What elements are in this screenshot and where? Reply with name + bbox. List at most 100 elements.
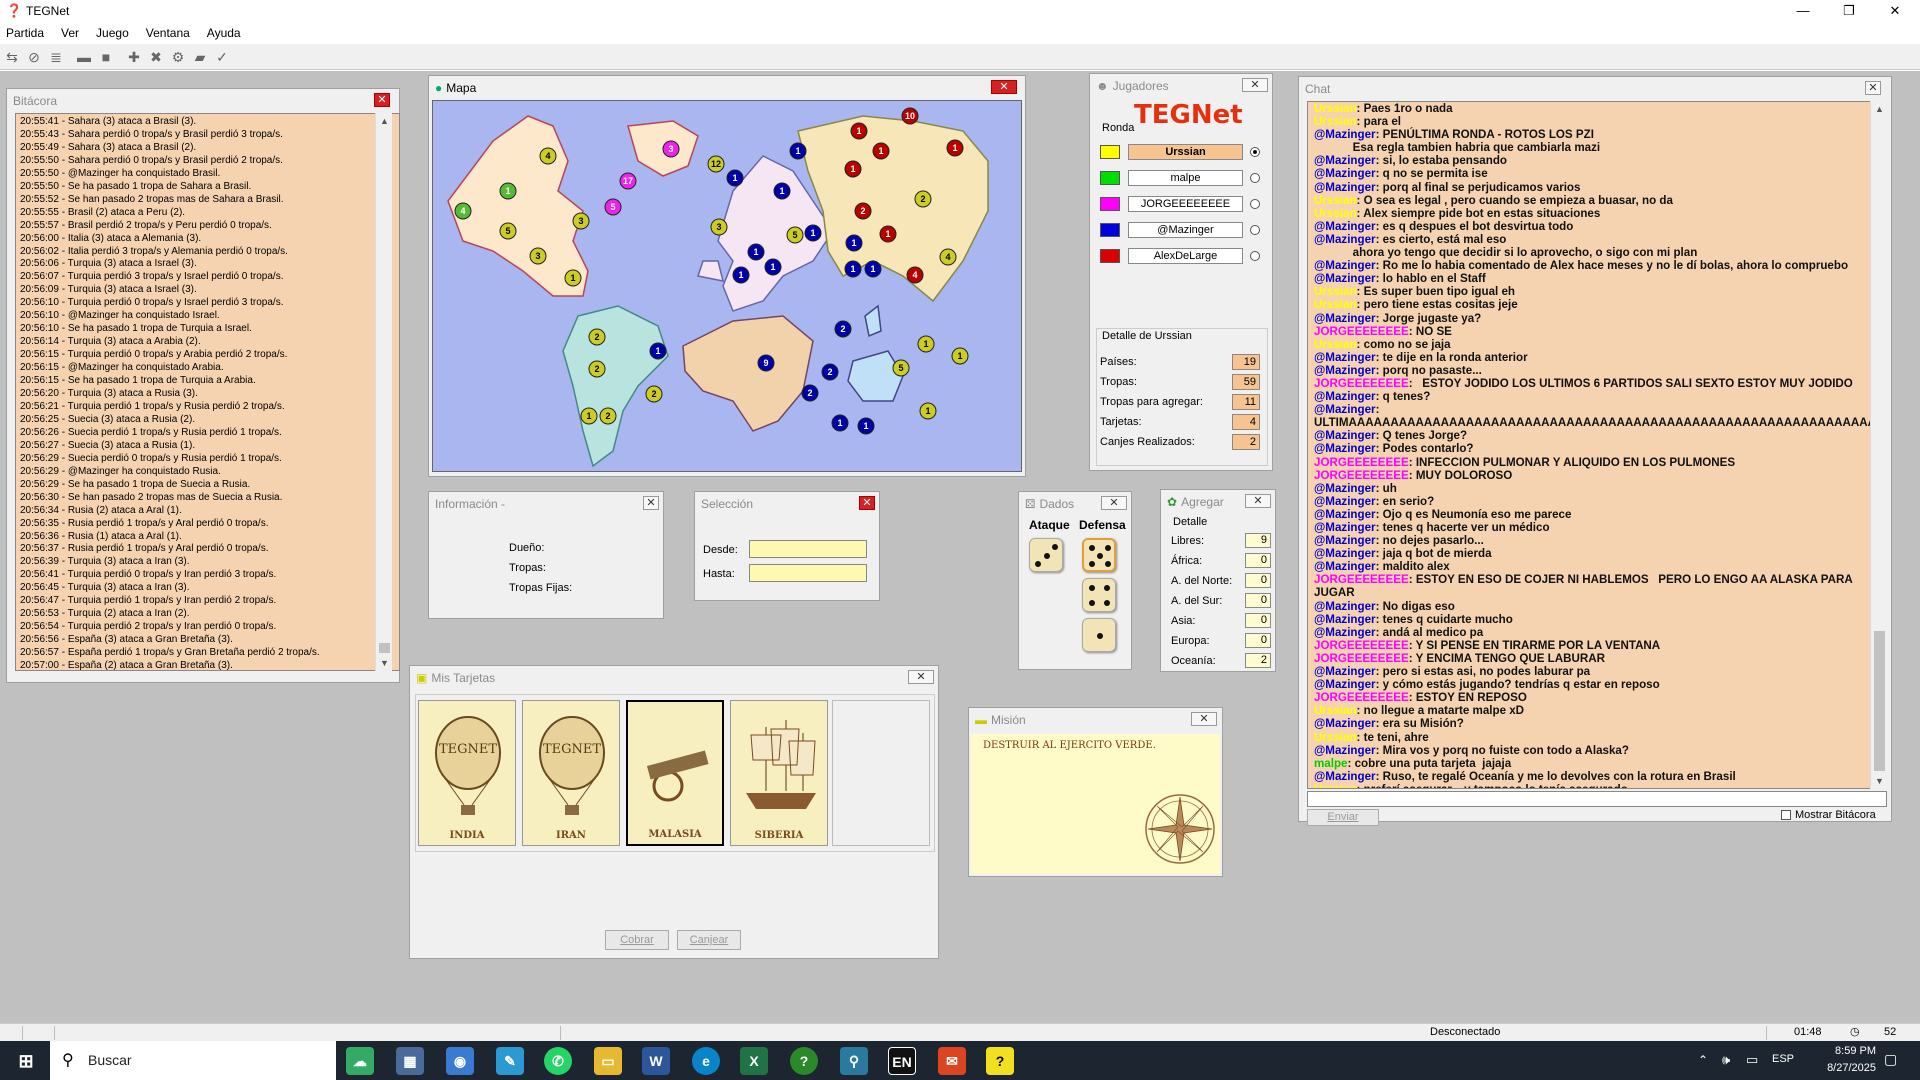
disconnect-icon[interactable]: ⊘ [24, 47, 44, 67]
mostrar-bitacora-checkbox[interactable] [1781, 810, 1791, 820]
close-icon[interactable]: ✕ [908, 670, 934, 684]
menu-ver[interactable]: Ver [59, 26, 81, 40]
army-marker[interactable]: 4 [539, 147, 557, 165]
word-icon[interactable]: W [642, 1047, 670, 1075]
army-marker[interactable]: 1 [789, 142, 807, 160]
army-marker[interactable]: 4 [906, 266, 924, 284]
game-app-icon[interactable]: ? [790, 1047, 818, 1075]
close-icon[interactable]: ✕ [374, 93, 390, 107]
army-marker[interactable]: 1 [857, 417, 875, 435]
army-marker[interactable]: 1 [564, 269, 582, 287]
cobrar-button[interactable]: Cobrar [605, 930, 669, 950]
bitacora-scrollbar[interactable]: ▲ ▼ [375, 113, 392, 671]
tray-chevron-icon[interactable]: ⌃ [1698, 1053, 1708, 1067]
world-map[interactable]: 4 1 4 5 3 3 1 3 5 17 2 1 2 2 1 2 12 3 1 1 5 1 1 1 1 1 1 1 1 1 1 1 10 1 2 1 2… [432, 100, 1022, 472]
scroll-up-icon[interactable]: ▲ [376, 113, 393, 129]
army-marker[interactable]: 3 [662, 140, 680, 158]
army-marker[interactable]: 9 [757, 354, 775, 372]
file-explorer-icon[interactable]: ▭ [594, 1047, 622, 1075]
player-row[interactable]: JORGEEEEEEEE [1100, 194, 1270, 220]
close-icon[interactable]: ✕ [859, 496, 875, 510]
army-marker[interactable]: 1 [864, 260, 882, 278]
chat-scrollbar[interactable]: ▲ ▼ [1870, 101, 1887, 789]
army-marker[interactable]: 17 [619, 172, 637, 190]
army-marker[interactable]: 2 [834, 320, 852, 338]
army-marker[interactable]: 5 [604, 198, 622, 216]
army-marker[interactable]: 3 [529, 247, 547, 265]
army-marker[interactable]: 1 [844, 260, 862, 278]
army-marker[interactable]: 1 [580, 407, 598, 425]
magnifier-icon[interactable]: ⚲ [840, 1047, 868, 1075]
language-indicator[interactable]: ESP [1772, 1053, 1794, 1065]
notepad-icon[interactable]: ✎ [496, 1047, 524, 1075]
army-marker[interactable]: 5 [786, 226, 804, 244]
australia-region[interactable] [847, 350, 904, 402]
taskbar-search[interactable]: ⚲ Buscar [50, 1041, 336, 1080]
army-marker[interactable]: 2 [645, 385, 663, 403]
scroll-thumb[interactable] [1874, 631, 1885, 771]
army-marker[interactable]: 1 [764, 258, 782, 276]
africa-region[interactable] [682, 315, 814, 432]
menu-ventana[interactable]: Ventana [144, 26, 192, 40]
army-marker[interactable]: 2 [588, 360, 606, 378]
whatsapp-icon[interactable]: ✆ [544, 1047, 572, 1075]
iceland-region[interactable] [697, 260, 725, 282]
card-icon[interactable]: ▰ [190, 47, 210, 67]
add-troops-icon[interactable]: ✚ [124, 47, 144, 67]
taskbar-date[interactable]: 8/27/2025 [1806, 1062, 1876, 1074]
player-row[interactable]: Urssian [1100, 142, 1270, 168]
army-marker[interactable]: 1 [919, 402, 937, 420]
army-marker[interactable]: 2 [588, 328, 606, 346]
attack-icon[interactable]: ✖ [146, 47, 166, 67]
army-marker[interactable]: 2 [914, 190, 932, 208]
menu-partida[interactable]: Partida [4, 26, 46, 40]
close-icon[interactable]: ✕ [1242, 78, 1268, 92]
tegnet-taskbar-icon[interactable]: ? [986, 1047, 1014, 1075]
country-card[interactable]: TEGNET INDIA [418, 700, 516, 846]
world-map-svg[interactable]: 4145331351721221 2123115 1111111 1111101212… [433, 101, 1022, 472]
army-marker[interactable]: 1 [951, 347, 969, 365]
menu-juego[interactable]: Juego [94, 26, 131, 40]
army-marker[interactable]: 1 [946, 139, 964, 157]
network-icon[interactable]: ▭ [1746, 1052, 1758, 1068]
start-icon[interactable]: ▬ [74, 47, 94, 67]
army-marker[interactable]: 1 [499, 182, 517, 200]
windows-start-icon[interactable]: ⊞ [12, 1047, 40, 1075]
stop-icon[interactable]: ■ [96, 47, 116, 67]
army-marker[interactable]: 1 [804, 224, 822, 242]
army-marker[interactable]: 3 [572, 212, 590, 230]
excel-icon[interactable]: X [740, 1047, 768, 1075]
player-row[interactable]: malpe [1100, 168, 1270, 194]
connect-icon[interactable]: ⇆ [2, 47, 22, 67]
volume-icon[interactable]: 🕪 [1722, 1052, 1730, 1068]
close-button[interactable]: ✕ [1872, 0, 1918, 22]
edge-icon[interactable]: e [692, 1047, 720, 1075]
end-turn-icon[interactable]: ✓ [212, 47, 232, 67]
army-marker[interactable]: 1 [872, 142, 890, 160]
close-icon[interactable]: ✕ [1191, 712, 1217, 726]
close-icon[interactable]: ✕ [1101, 496, 1127, 510]
army-marker[interactable]: 2 [854, 202, 872, 220]
canjear-button[interactable]: Canjear [677, 930, 741, 950]
army-marker[interactable]: 4 [939, 248, 957, 266]
army-marker[interactable]: 3 [710, 218, 728, 236]
scroll-thumb[interactable] [379, 643, 390, 653]
close-icon[interactable]: ✕ [1245, 494, 1271, 508]
list-icon[interactable]: ≣ [46, 47, 66, 67]
close-icon[interactable]: ✕ [1865, 81, 1881, 95]
hasta-field[interactable] [749, 564, 867, 582]
army-marker[interactable]: 1 [732, 266, 750, 284]
notifications-icon[interactable]: ▢ [1884, 1051, 1897, 1068]
army-marker[interactable]: 10 [901, 107, 919, 125]
scroll-down-icon[interactable]: ▼ [1871, 773, 1888, 789]
army-marker[interactable]: 12 [707, 155, 725, 173]
army-marker[interactable]: 1 [726, 169, 744, 187]
army-marker[interactable]: 5 [499, 222, 517, 240]
close-icon[interactable]: ✕ [643, 496, 659, 510]
country-card[interactable]: SIBERIA [730, 700, 828, 846]
country-card[interactable]: MALASIA [626, 700, 724, 846]
army-marker[interactable]: 1 [649, 342, 667, 360]
pdf-icon[interactable]: ✉ [938, 1047, 966, 1075]
calculator-icon[interactable]: ▦ [396, 1047, 424, 1075]
army-marker[interactable]: 1 [747, 243, 765, 261]
